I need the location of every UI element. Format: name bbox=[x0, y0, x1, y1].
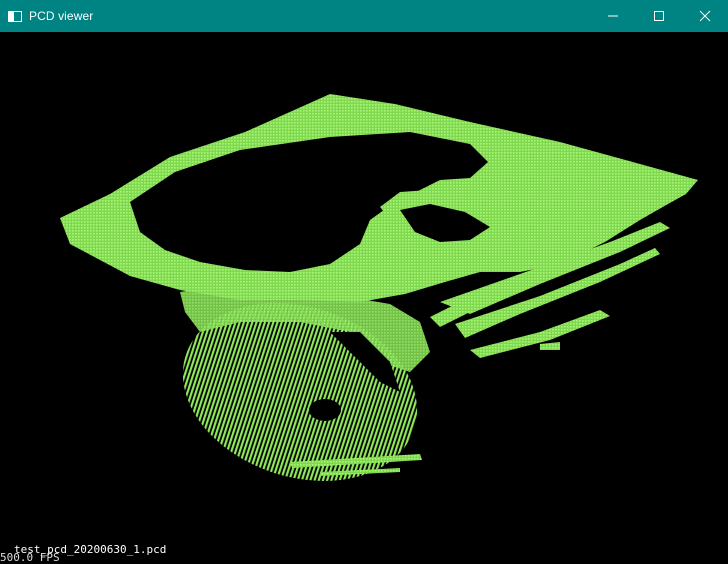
window-title: PCD viewer bbox=[29, 9, 94, 23]
point-cloud-render bbox=[60, 94, 698, 481]
fps-counter: 500.0 FPS bbox=[0, 551, 60, 564]
minimize-button[interactable] bbox=[590, 0, 636, 32]
title-bar[interactable]: PCD viewer bbox=[0, 0, 728, 32]
window-app-icon bbox=[8, 10, 22, 22]
ground-plane-points bbox=[60, 94, 698, 302]
maximize-icon bbox=[654, 11, 664, 21]
close-button[interactable] bbox=[682, 0, 728, 32]
point-cloud-viewport[interactable]: test_pcd_20200630_1.pcd 500.0 FPS bbox=[0, 32, 728, 564]
close-icon bbox=[699, 10, 711, 22]
maximize-button[interactable] bbox=[636, 0, 682, 32]
minimize-icon bbox=[608, 15, 618, 17]
